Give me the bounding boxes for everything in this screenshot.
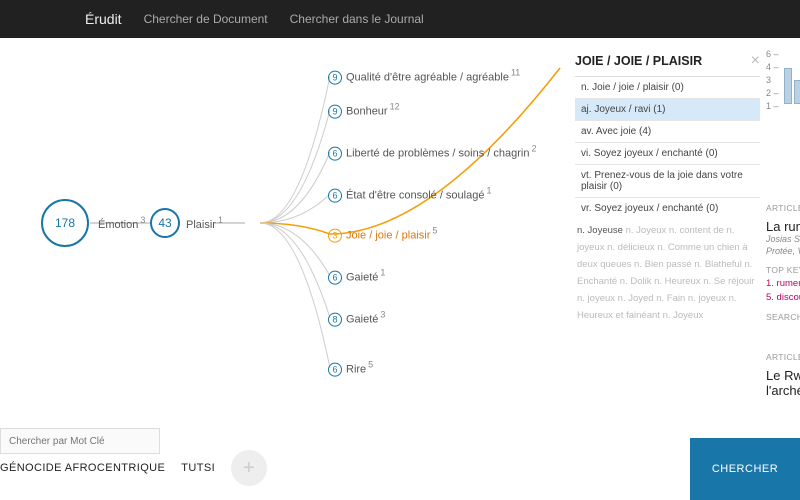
synonym-tag[interactable]: n. Joyeuse <box>577 225 626 236</box>
leaf-node[interactable]: 8Gaieté3 <box>328 310 385 327</box>
article-label: ARTICLE <box>766 203 800 213</box>
detail-panel: JOIE / JOIE / PLAISIR × n. Joie / joie /… <box>575 48 760 331</box>
node-root-label: Émotion3 <box>98 215 145 231</box>
synonym-tag[interactable]: n. Dolik <box>620 276 654 287</box>
leaf-node[interactable]: 6Rire5 <box>328 360 373 377</box>
tag-cloud: n. Joyeuse n. Joyeux n. content de n. jo… <box>575 216 760 331</box>
detail-item[interactable]: vr. Soyez joyeux / enchanté (0) <box>575 198 760 216</box>
synonym-tag[interactable]: n. content de <box>669 225 727 236</box>
tags-row: GÉNOCIDE AFROCENTRIQUE TUTSI + <box>0 450 267 486</box>
synonym-tag[interactable]: n. Blatheful <box>694 259 744 270</box>
synonym-tag[interactable]: n. Joyeux <box>663 310 704 321</box>
leaf-node[interactable]: 6Liberté de problèmes / soins / chagrin2 <box>328 144 536 161</box>
synonym-tag[interactable]: n. Fain <box>656 293 688 304</box>
leaf-node[interactable]: 3Joie / joie / plaisir5 <box>328 226 437 243</box>
detail-item[interactable]: vi. Soyez joyeux / enchanté (0) <box>575 143 760 165</box>
synonym-tag[interactable]: n. délicieux <box>607 242 657 253</box>
synonym-tag[interactable]: n. Heureux <box>654 276 703 287</box>
synonym-tag[interactable]: n. Bien passé <box>634 259 694 270</box>
detail-title: JOIE / JOIE / PLAISIR <box>575 54 702 68</box>
search-t-label: SEARCH T <box>766 312 800 322</box>
article1-source: Protée, V <box>766 246 800 258</box>
right-strip: 6 –4 –32 –1 – ARTICLE La rum Josias Se P… <box>766 48 800 398</box>
detail-item[interactable]: aj. Joyeux / ravi (1) <box>575 99 760 121</box>
synonym-tag[interactable]: n. Joyeux <box>626 225 669 236</box>
node-mid[interactable]: 43 <box>150 208 180 238</box>
tag-genocide[interactable]: GÉNOCIDE AFROCENTRIQUE <box>0 462 165 474</box>
leaf-node[interactable]: 9Qualité d'être agréable / agréable11 <box>328 68 520 85</box>
node-root[interactable]: 178 <box>41 199 89 247</box>
article1-title[interactable]: La rum <box>766 219 800 234</box>
leaf-node[interactable]: 6Gaieté1 <box>328 268 385 285</box>
synonym-tag[interactable]: n. Joyed <box>618 293 657 304</box>
detail-list: n. Joie / joie / plaisir (0)aj. Joyeux /… <box>575 76 760 216</box>
close-icon[interactable]: × <box>751 52 760 70</box>
nav-journal[interactable]: Chercher dans le Journal <box>290 12 424 26</box>
article1-kws: 1. rumeu 5. discou <box>766 277 800 304</box>
chart-bars <box>784 54 800 104</box>
synonym-tag[interactable]: n. joyeux <box>577 293 618 304</box>
article2-label: ARTICLE <box>766 352 800 362</box>
top-kw-label: TOP KEYW <box>766 265 800 275</box>
synonym-tag[interactable]: n. Se réjouir <box>703 276 754 287</box>
detail-item[interactable]: n. Joie / joie / plaisir (0) <box>575 77 760 99</box>
bottom-bar: GÉNOCIDE AFROCENTRIQUE TUTSI + CHERCHER <box>0 428 800 500</box>
leaf-node[interactable]: 6État d'être consolé / soulagé1 <box>328 186 491 203</box>
topbar: Érudit Chercher de Document Chercher dan… <box>0 0 800 38</box>
leaf-node[interactable]: 9Bonheur12 <box>328 102 400 119</box>
node-mid-label: Plaisir1 <box>186 215 223 231</box>
add-tag-button[interactable]: + <box>231 450 267 486</box>
tag-tutsi[interactable]: TUTSI <box>181 462 215 474</box>
detail-item[interactable]: vt. Prenez-vous de la joie dans votre pl… <box>575 165 760 198</box>
nav-doc[interactable]: Chercher de Document <box>144 12 268 26</box>
article1-author: Josias Se <box>766 234 800 246</box>
brand[interactable]: Érudit <box>85 11 122 27</box>
detail-item[interactable]: av. Avec joie (4) <box>575 121 760 143</box>
synonym-tag[interactable]: n. joyeux <box>688 293 729 304</box>
article2-title[interactable]: Le Rwa l'archéo <box>766 368 800 398</box>
graph-viz: 178 Émotion3 43 Plaisir1 9Qualité d'être… <box>0 38 570 428</box>
search-button[interactable]: CHERCHER <box>690 438 800 500</box>
